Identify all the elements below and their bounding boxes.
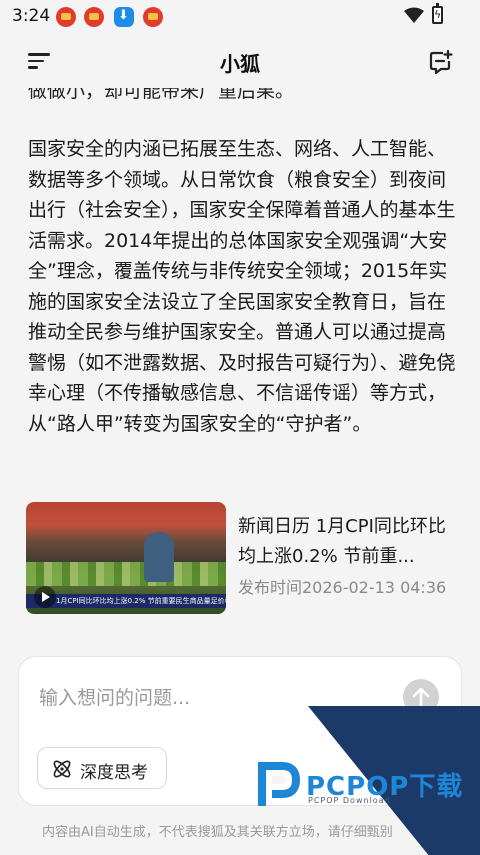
play-icon[interactable]: [34, 586, 56, 608]
ai-disclaimer: 内容由AI自动生成，不代表搜狐及其关联方立场，请仔细甄别: [42, 825, 393, 840]
wifi-icon: [404, 7, 424, 23]
status-bar: 3:24: [0, 0, 480, 34]
news-publish-time: 发布时间2026-02-13 04:36: [238, 578, 447, 597]
deep-think-button[interactable]: 深度思考: [37, 747, 167, 789]
news-thumbnail[interactable]: 1月CPI同比环比均上涨0.2% 节前重要民生商品量足价稳: [26, 502, 226, 614]
news-card[interactable]: 1月CPI同比环比均上涨0.2% 节前重要民生商品量足价稳 新闻日历 1月CPI…: [26, 502, 456, 616]
article-text-cut: 做做小，却可能带来广重后果。: [28, 88, 295, 102]
atom-icon: [53, 760, 71, 778]
download-icon: [114, 7, 134, 27]
chat-content[interactable]: 做做小，却可能带来广重后果。 国家安全的内涵已拓展至生态、网络、人工智能、数据等…: [0, 88, 480, 655]
article-paragraph: 国家安全的内涵已拓展至生态、网络、人工智能、数据等多个领域。从日常饮食（粮食安全…: [28, 138, 456, 435]
new-chat-icon[interactable]: [428, 49, 454, 75]
page-title: 小狐: [220, 52, 260, 76]
app-notification-icon: [84, 7, 104, 27]
thumbnail-caption: 1月CPI同比环比均上涨0.2% 节前重要民生商品量足价稳: [26, 594, 226, 608]
pcpop-logo-icon: [258, 762, 301, 806]
app-header: 小狐: [0, 34, 480, 88]
news-title[interactable]: 新闻日历 1月CPI同比环比均上涨0.2% 节前重...: [238, 512, 452, 572]
watermark-subtext: PCPOP Download: [308, 796, 391, 805]
app-notification-icon: [56, 7, 76, 27]
deep-think-label: 深度思考: [80, 763, 148, 783]
app-notification-icon: [143, 7, 163, 27]
battery-charging-icon: [432, 3, 443, 24]
status-time: 3:24: [12, 6, 51, 26]
